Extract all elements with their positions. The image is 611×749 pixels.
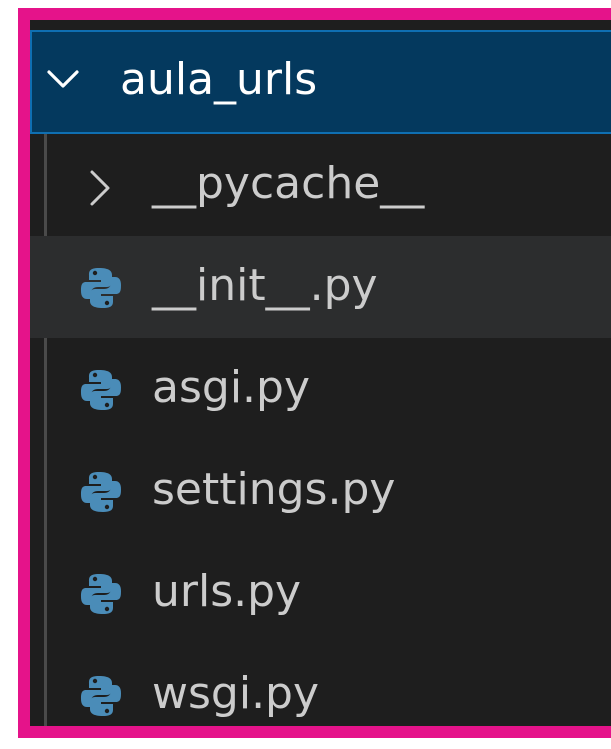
chevron-down-icon[interactable] (46, 62, 80, 96)
tree-item-label: settings.py (152, 464, 396, 515)
python-icon (81, 574, 121, 614)
tree-item-asgi-py[interactable]: asgi.py (30, 338, 611, 440)
tree-item-wsgi-py[interactable]: wsgi.py (30, 644, 611, 726)
file-explorer-panel: aula_urls __pycache__ __init__.py asgi.p… (18, 8, 611, 738)
python-icon (81, 268, 121, 308)
chevron-right-icon[interactable] (86, 168, 114, 208)
tree-item-label: __init__.py (152, 260, 378, 311)
tree-item-urls-py[interactable]: urls.py (30, 542, 611, 644)
tree-item-pycache-folder[interactable]: __pycache__ (30, 134, 611, 236)
tree-item-label: wsgi.py (152, 668, 320, 719)
tree-item-settings-py[interactable]: settings.py (30, 440, 611, 542)
tree-item-label: __pycache__ (152, 158, 425, 209)
folder-row-aula-urls[interactable]: aula_urls (30, 30, 611, 134)
tree-item-label: asgi.py (152, 362, 310, 413)
python-icon (81, 370, 121, 410)
tree-item-init-py[interactable]: __init__.py (30, 236, 611, 338)
file-tree: __pycache__ __init__.py asgi.py settings… (30, 134, 611, 726)
python-icon (81, 676, 121, 716)
tree-item-label: urls.py (152, 566, 302, 617)
python-icon (81, 472, 121, 512)
folder-name: aula_urls (120, 54, 318, 105)
